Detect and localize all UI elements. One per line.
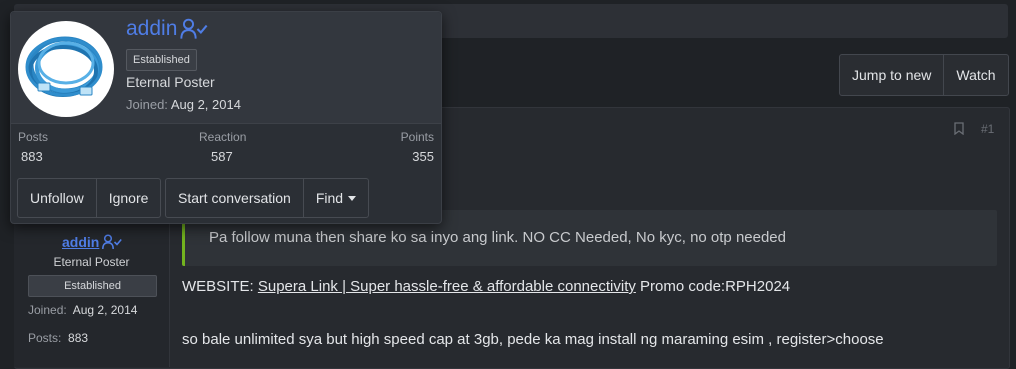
post-website-line: WEBSITE: Supera Link | Super hassle-free… (182, 278, 790, 295)
post-number-link[interactable]: #1 (981, 122, 994, 136)
author-username-link[interactable]: addin (62, 234, 123, 250)
stat-points-label: Points (400, 130, 434, 144)
stat-posts-label: Posts (18, 130, 49, 144)
posts-label: Posts: (28, 331, 62, 345)
joined-label: Joined: (28, 303, 67, 317)
member-name[interactable]: addin (126, 17, 208, 41)
unfollow-button[interactable]: Unfollow (18, 179, 96, 217)
member-joined-label: Joined: (126, 97, 168, 112)
author-title: Eternal Poster (53, 255, 130, 269)
post-body-text: so bale unlimited sya but high speed cap… (182, 331, 884, 348)
avatar-cable-image (25, 36, 103, 97)
author-username[interactable]: addin (62, 234, 99, 250)
find-label: Find (315, 190, 344, 206)
quote-text: Pa follow muna then share ko sa inyo ang… (209, 229, 786, 246)
member-username[interactable]: addin (126, 17, 177, 41)
follow-actions: Unfollow Ignore (17, 178, 162, 218)
stat-reaction-label: Reaction (199, 130, 247, 144)
author-posts: Posts: 883 (28, 331, 88, 345)
member-joined: Joined: Aug 2, 2014 (126, 97, 241, 112)
posts-value: 883 (68, 331, 89, 345)
member-actions: Start conversation Find (165, 178, 370, 218)
bookmark-icon[interactable] (954, 122, 964, 135)
stat-posts-value[interactable]: 883 (21, 149, 48, 164)
user-check-icon (180, 18, 208, 39)
thread-actions: Jump to new Watch (839, 54, 1009, 96)
avatar[interactable] (18, 21, 114, 117)
find-button[interactable]: Find (302, 179, 368, 217)
website-label: WEBSITE: (182, 278, 254, 295)
start-conversation-button[interactable]: Start conversation (166, 179, 303, 217)
stat-reaction: Reaction 587 (199, 130, 246, 164)
promo-text: Promo code:RPH2024 (640, 278, 791, 295)
member-joined-value: Aug 2, 2014 (170, 97, 241, 112)
caret-down-icon (348, 195, 357, 201)
member-badge: Established (126, 49, 197, 71)
watch-button[interactable]: Watch (943, 55, 1007, 95)
member-tooltip: addin Established Eternal Poster Joined:… (10, 11, 442, 224)
stat-reaction-value: 587 (211, 149, 233, 164)
member-title: Eternal Poster (126, 74, 215, 90)
author-joined: Joined: Aug 2, 2014 (28, 303, 137, 317)
website-link[interactable]: Supera Link | Super hassle-free & afford… (258, 278, 636, 295)
ignore-button[interactable]: Ignore (95, 179, 161, 217)
jump-to-new-button[interactable]: Jump to new (840, 55, 943, 95)
stat-points: Points 355 (401, 130, 434, 164)
stat-posts: Posts 883 (18, 130, 48, 164)
user-check-icon (102, 234, 123, 250)
joined-value: Aug 2, 2014 (72, 303, 138, 317)
stat-points-value[interactable]: 355 (401, 149, 434, 164)
author-badge: Established (28, 275, 157, 297)
